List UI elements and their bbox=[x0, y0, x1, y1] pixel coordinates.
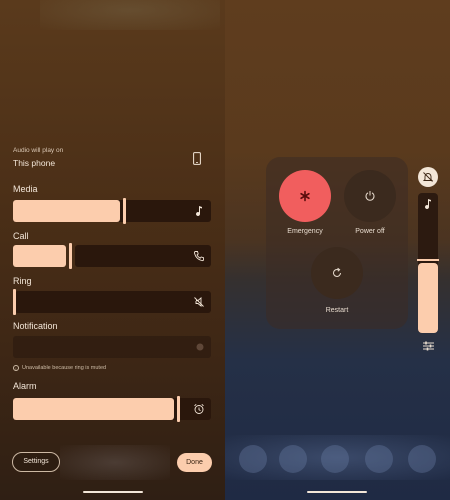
alarm-label: Alarm bbox=[13, 381, 37, 391]
notification-icon bbox=[196, 343, 204, 351]
ringer-mode-button[interactable] bbox=[418, 167, 438, 187]
media-slider[interactable] bbox=[13, 198, 211, 224]
background-blur bbox=[60, 445, 170, 480]
side-volume-slider[interactable] bbox=[417, 193, 439, 333]
notification-unavailable-note: i Unavailable because ring is muted bbox=[13, 365, 106, 371]
home-indicator[interactable] bbox=[83, 491, 143, 493]
power-off-button[interactable] bbox=[344, 170, 396, 222]
alarm-icon bbox=[194, 404, 204, 414]
emergency-button[interactable] bbox=[279, 170, 331, 222]
restart-icon bbox=[333, 267, 341, 277]
side-volume-fill bbox=[418, 263, 438, 333]
notification-label: Notification bbox=[13, 321, 58, 331]
dock-app-icon bbox=[408, 445, 436, 473]
notification-slider bbox=[13, 336, 211, 358]
music-note-icon bbox=[425, 199, 431, 210]
alarm-slider-handle[interactable] bbox=[177, 396, 180, 422]
dock-app-icon bbox=[279, 445, 307, 473]
music-note-icon bbox=[196, 206, 202, 217]
ring-slider[interactable] bbox=[13, 289, 211, 315]
power-menu-screen: Emergency Power off Restart bbox=[225, 0, 450, 500]
home-indicator[interactable] bbox=[307, 491, 367, 493]
emergency-label: Emergency bbox=[287, 228, 323, 235]
power-off-label: Power off bbox=[355, 228, 385, 235]
ring-label: Ring bbox=[13, 276, 32, 286]
power-icon bbox=[365, 191, 375, 201]
phone-call-icon bbox=[194, 251, 204, 262]
background-blur bbox=[40, 0, 220, 30]
ringer-off-icon bbox=[194, 297, 204, 307]
emergency-icon bbox=[300, 190, 310, 202]
alarm-slider[interactable] bbox=[13, 396, 211, 422]
ring-slider-handle[interactable] bbox=[13, 289, 16, 315]
call-slider-fill bbox=[13, 245, 66, 267]
call-label: Call bbox=[13, 231, 29, 241]
info-icon: i bbox=[13, 365, 19, 371]
dock-app-icon bbox=[365, 445, 393, 473]
settings-button[interactable]: Settings bbox=[12, 452, 60, 472]
restart-label: Restart bbox=[325, 307, 349, 314]
alarm-slider-fill bbox=[13, 398, 174, 420]
dock-app-icon bbox=[321, 445, 349, 473]
output-label: Audio will play on bbox=[13, 147, 64, 154]
dock-app-icon bbox=[239, 445, 267, 473]
media-slider-fill bbox=[13, 200, 120, 222]
output-device[interactable]: This phone bbox=[13, 158, 55, 168]
done-button[interactable]: Done bbox=[177, 453, 212, 472]
media-label: Media bbox=[13, 184, 38, 194]
volume-panel: Audio will play on This phone Media Call… bbox=[0, 0, 225, 500]
call-slider-handle[interactable] bbox=[69, 243, 72, 269]
side-volume-handle[interactable] bbox=[417, 259, 439, 261]
bell-off-icon bbox=[422, 172, 434, 182]
restart-button[interactable] bbox=[311, 247, 363, 299]
phone-icon[interactable] bbox=[193, 152, 201, 165]
call-slider[interactable] bbox=[13, 243, 211, 269]
media-slider-handle[interactable] bbox=[123, 198, 126, 224]
sliders-icon[interactable] bbox=[423, 341, 434, 351]
